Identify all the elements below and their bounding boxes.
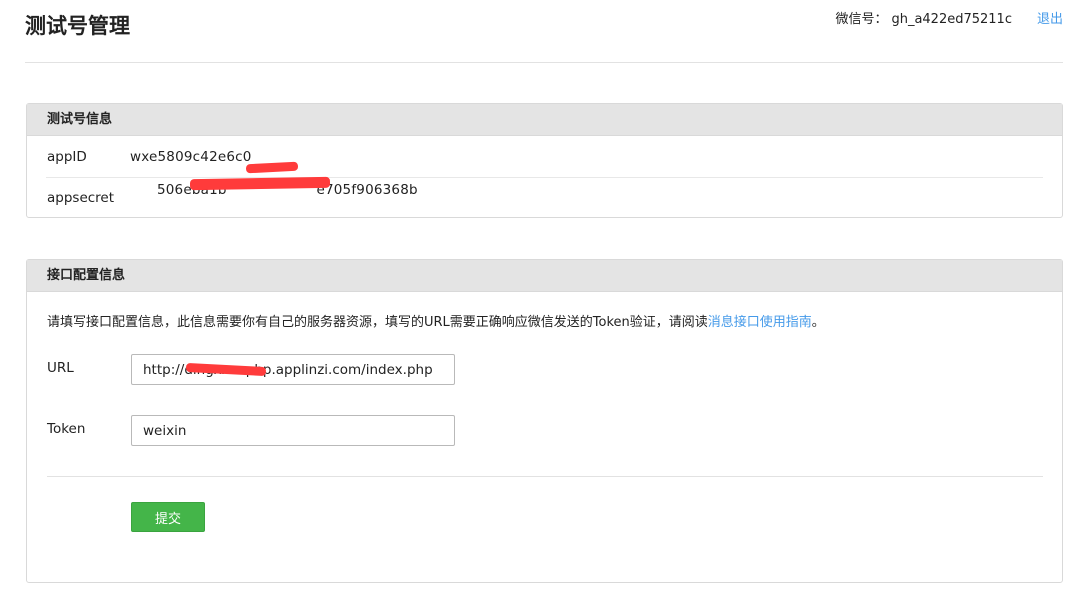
interface-config-body: 请填写接口配置信息，此信息需要你有自己的服务器资源，填写的URL需要正确响应微信… (27, 292, 1062, 582)
header-divider (25, 62, 1063, 63)
interface-config-heading: 接口配置信息 (27, 260, 1062, 292)
config-description-text: 请填写接口配置信息，此信息需要你有自己的服务器资源，填写的URL需要正确响应微信… (47, 315, 708, 330)
page-title: 测试号管理 (25, 14, 130, 38)
logout-link[interactable]: 退出 (1037, 11, 1063, 29)
test-account-panel: 测试号信息 appID wxe5809c42e6c0 appsecret 506… (26, 103, 1063, 218)
test-account-heading: 测试号信息 (27, 104, 1062, 136)
config-description: 请填写接口配置信息，此信息需要你有自己的服务器资源，填写的URL需要正确响应微信… (47, 314, 825, 332)
appid-text: wxe5809c42e6c0 (130, 148, 252, 165)
token-input[interactable] (131, 415, 455, 446)
url-input[interactable] (131, 354, 455, 385)
appsecret-row: appsecret 506eba1b e705f906368b (46, 176, 1043, 218)
wechat-id-value: gh_a422ed75211c (891, 12, 1012, 27)
url-label: URL (47, 360, 74, 376)
form-divider (47, 476, 1043, 477)
appsecret-value: 506eba1b e705f906368b (130, 166, 418, 230)
wechat-id-label: 微信号： (835, 12, 888, 27)
appid-label: appID (47, 148, 87, 165)
message-api-guide-link[interactable]: 消息接口使用指南 (708, 315, 812, 330)
interface-config-panel: 接口配置信息 请填写接口配置信息，此信息需要你有自己的服务器资源，填写的URL需… (26, 259, 1063, 583)
appid-value: wxe5809c42e6c0 (130, 148, 299, 173)
account-bar: 微信号： gh_a422ed75211c 退出 (835, 11, 1063, 29)
appsecret-label: appsecret (47, 190, 115, 206)
submit-button[interactable]: 提交 (131, 502, 205, 532)
url-field-wrap (131, 354, 455, 385)
token-label: Token (47, 421, 86, 437)
config-description-end: 。 (811, 315, 825, 330)
